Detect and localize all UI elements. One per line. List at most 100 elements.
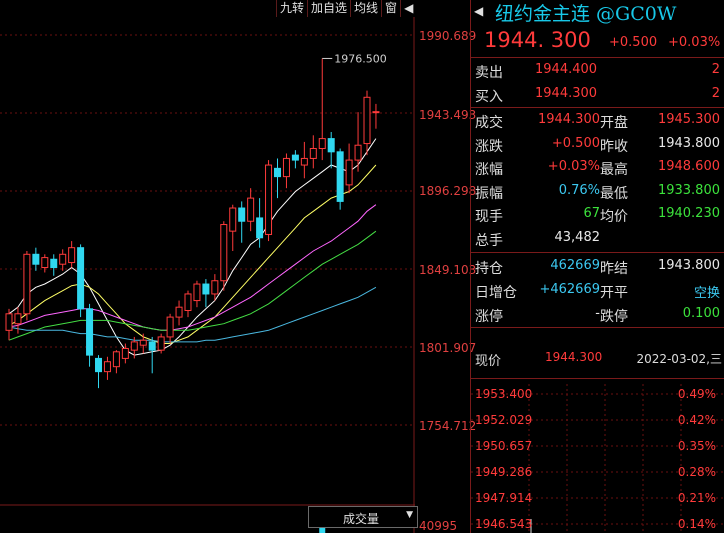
chart-toolbar: 九转 加自选 均线 窗 ◀ [276,0,417,17]
position-label: 日增仓 [475,285,517,301]
price-change-pct: +0.03% [668,35,721,50]
position-value: 1943.800 [657,258,720,273]
candle-body [77,247,85,310]
panel-toggle-icon[interactable]: ◀ [474,4,483,18]
candlestick-chart[interactable]: 1976.500 [0,0,415,533]
candle-body [5,313,13,331]
position-value: 462669 [550,258,600,273]
mini-axis-label: 1952.029 [475,413,533,427]
stat-label: 涨幅 [475,162,503,178]
mini-pct-label: 0.49% [677,387,716,401]
position-row: 涨停 - 跌停 0.100 [471,303,724,326]
candle-body [175,306,183,318]
axis-tick-label: 1754.712 [419,419,477,433]
stat-label: 开盘 [600,115,628,131]
stat-value: 1940.230 [657,206,720,221]
stat-row: 涨幅 +0.03% 最高 1948.600 [471,156,724,179]
orderbook-ask-row: 卖出 1944.400 2 [471,59,724,82]
divider [471,107,724,108]
current-date: 2022-03-02,三 [636,352,722,366]
candle-body [336,151,344,202]
stat-value: 43,482 [554,229,601,245]
candle-body [193,283,201,302]
mini-axis-label: 1946.543 [475,517,533,531]
candle-body [309,148,317,159]
stat-label: 成交 [475,115,503,131]
candle-body [41,257,49,269]
stat-value: 67 [583,206,600,221]
mini-pct-label: 0.28% [677,465,716,479]
stat-value: 0.76% [558,182,600,198]
mini-axis-label: 1953.400 [475,387,533,401]
mini-axis-label: 1950.657 [475,439,533,453]
stat-value: 1945.300 [657,112,720,127]
candle-body [327,138,335,153]
ask-qty: 2 [711,62,720,77]
candle-body [354,144,362,161]
mini-pct-label: 0.42% [677,413,716,427]
stat-label: 昨收 [600,138,628,155]
bid-label: 买入 [475,89,503,105]
ma-line [8,230,377,341]
minute-chart[interactable]: 1953.400 1952.029 1950.657 1949.286 1947… [471,384,724,533]
position-row: 日增仓 +462669 开平 空换 [471,279,724,302]
position-label: 昨结 [600,261,628,277]
candle-body [363,96,371,145]
position-value: 0.100 [682,306,720,321]
divider [471,252,724,253]
minute-chart-header: 现价 1944.300 2022-03-02,三 [471,347,724,369]
toolbar-window-button[interactable]: 窗 [381,0,401,17]
axis-tick-label: 1943.493 [419,108,477,122]
mini-pct-label: 0.21% [677,491,716,505]
ask-price: 1944.400 [535,62,598,77]
candle-body [282,157,290,178]
stat-label: 总手 [475,232,503,249]
stat-label: 涨跌 [475,138,503,155]
position-value: 空换 [693,286,720,301]
candle-body [121,347,129,359]
position-row: 持仓 462669 昨结 1943.800 [471,255,724,278]
candle-body [157,336,165,351]
stat-row: 振幅 0.76% 最低 1933.800 [471,180,724,203]
candle-body [130,341,138,351]
quote-row: 1944. 300 +0.500 +0.03% [471,28,724,54]
candle-body [23,253,31,315]
current-price-value: 1944.300 [545,350,603,364]
stat-value: 1943.800 [657,135,720,151]
volume-axis-label: 40995 [419,519,458,533]
candle-body [220,224,228,282]
candle-body [238,207,246,222]
candle-body [50,258,58,269]
axis-tick-label: 1849.103 [419,263,477,277]
stat-value: 1944.300 [537,112,600,127]
stat-value: 1948.600 [657,159,720,174]
minute-chart-grid [471,384,724,533]
candle-body [139,339,147,346]
last-price: 1944. 300 [484,28,591,52]
mini-axis-label: 1947.914 [475,491,533,505]
candle-body [59,253,67,265]
candle-body [247,197,255,222]
axis-tick-label: 1801.907 [419,341,477,355]
title-row: ◀ 纽约金主连 @GC0W [471,0,724,26]
stat-row: 涨跌 +0.500 昨收 1943.800 [471,133,724,156]
toolbar-jiuzhuan-button[interactable]: 九转 [276,0,308,17]
toolbar-ma-button[interactable]: 均线 [350,0,382,17]
axis-tick-label: 1990.689 [419,29,477,43]
candle-body [274,167,281,178]
stat-label: 均价 [600,209,628,225]
candle-body [14,313,22,325]
candle-body [103,361,111,373]
candle-body [32,253,40,265]
stat-row: 总手 43,482 [471,227,724,250]
toolbar-collapse-icon[interactable]: ◀ [400,0,417,17]
toolbar-add-favorite-button[interactable]: 加自选 [307,0,351,17]
divider [471,378,724,379]
volume-indicator-select[interactable]: 成交量 ▼ [308,506,418,528]
bid-price: 1944.300 [535,86,598,101]
mini-pct-label: 0.35% [677,439,716,453]
candle-body [166,316,174,338]
candle-body [372,111,380,114]
stat-label: 现手 [475,209,503,225]
orderbook-bid-row: 买入 1944.300 2 [471,83,724,106]
